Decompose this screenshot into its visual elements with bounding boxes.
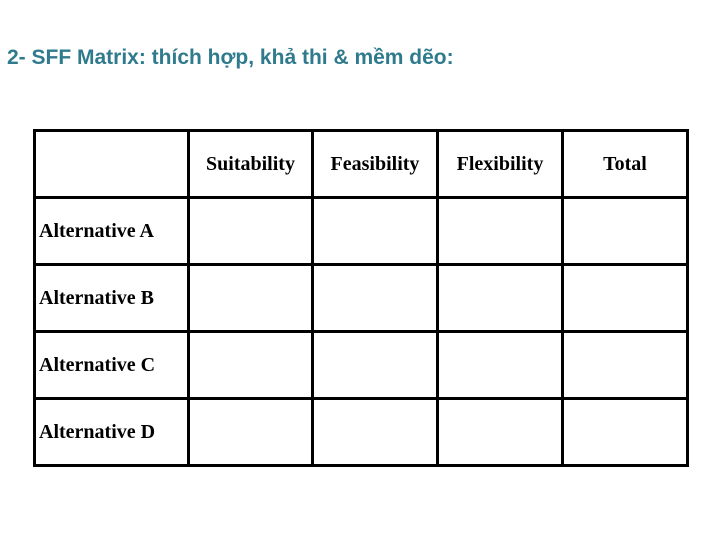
cell-total [561, 330, 689, 400]
cell-suitability [187, 196, 314, 266]
cell-flexibility [436, 263, 564, 333]
cell-suitability [187, 397, 314, 467]
cell-feasibility [311, 196, 439, 266]
cell-total [561, 263, 689, 333]
slide-title: 2- SFF Matrix: thích hợp, khả thi & mềm … [7, 46, 454, 69]
table-row: Alternative A [33, 196, 689, 266]
header-row: Suitability Feasibility Flexibility Tota… [33, 129, 689, 199]
cell-flexibility [436, 196, 564, 266]
cell-total [561, 397, 689, 467]
table-row: Alternative D [33, 397, 689, 467]
row-label-alternative-c: Alternative C [33, 330, 190, 400]
cell-total [561, 196, 689, 266]
cell-flexibility [436, 330, 564, 400]
column-header-total: Total [561, 129, 689, 199]
column-header-feasibility: Feasibility [311, 129, 439, 199]
sff-matrix-table: Suitability Feasibility Flexibility Tota… [33, 129, 689, 467]
corner-cell [33, 129, 190, 199]
table-row: Alternative B [33, 263, 689, 333]
cell-feasibility [311, 330, 439, 400]
cell-suitability [187, 263, 314, 333]
row-label-alternative-b: Alternative B [33, 263, 190, 333]
column-header-suitability: Suitability [187, 129, 314, 199]
cell-flexibility [436, 397, 564, 467]
column-header-flexibility: Flexibility [436, 129, 564, 199]
cell-feasibility [311, 397, 439, 467]
cell-feasibility [311, 263, 439, 333]
row-label-alternative-a: Alternative A [33, 196, 190, 266]
cell-suitability [187, 330, 314, 400]
table-row: Alternative C [33, 330, 689, 400]
row-label-alternative-d: Alternative D [33, 397, 190, 467]
